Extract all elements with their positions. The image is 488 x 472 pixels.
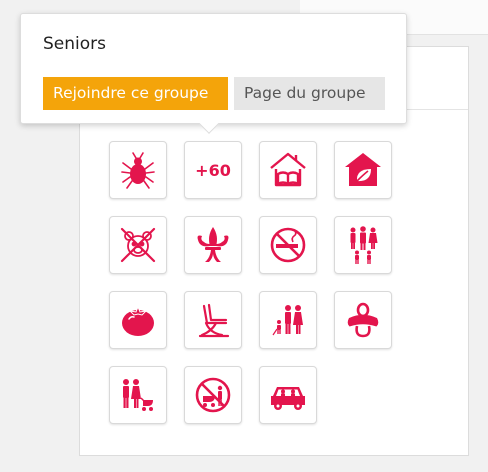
- group-tile-plus-60[interactable]: +60: [184, 141, 242, 199]
- group-tile-scouts[interactable]: [184, 216, 242, 274]
- family-icon: [350, 226, 378, 264]
- mite-icon: [121, 152, 155, 189]
- group-tile-tomato[interactable]: [109, 291, 167, 349]
- group-tile-no-pets[interactable]: [109, 216, 167, 274]
- group-tile-eco-house[interactable]: [334, 141, 392, 199]
- group-tile-adults-child[interactable]: [259, 291, 317, 349]
- group-tile-house-book[interactable]: [259, 141, 317, 199]
- group-tile-car-family[interactable]: [259, 366, 317, 424]
- adults-child-icon: [272, 305, 303, 336]
- plus-60-icon: +60: [195, 160, 231, 180]
- house-book-icon: [270, 152, 306, 187]
- group-tile-no-smoking[interactable]: [259, 216, 317, 274]
- car-family-icon: [271, 387, 305, 410]
- no-stroller-icon: [195, 377, 231, 413]
- tomato-icon: [122, 305, 154, 336]
- pacifier-icon: [347, 302, 379, 338]
- group-page-button[interactable]: Page du groupe: [234, 77, 385, 110]
- group-tile-family[interactable]: [334, 216, 392, 274]
- scout-fleur-de-lis-icon: [197, 227, 229, 262]
- parents-stroller-icon: [123, 379, 153, 411]
- lounge-chair-icon: [198, 303, 230, 338]
- eco-house-icon: [345, 153, 381, 186]
- group-tile-parents-stroller[interactable]: [109, 366, 167, 424]
- no-smoking-icon: [270, 227, 306, 263]
- group-tile-pacifier[interactable]: [334, 291, 392, 349]
- group-tile-no-stroller[interactable]: [184, 366, 242, 424]
- group-tile-mite[interactable]: [109, 141, 167, 199]
- group-tile-lounge-chair[interactable]: [184, 291, 242, 349]
- join-group-button[interactable]: Rejoindre ce groupe: [43, 77, 228, 110]
- tooltip-title: Seniors: [43, 34, 106, 54]
- no-pets-icon: [120, 227, 156, 263]
- group-tooltip: Seniors Rejoindre ce groupe Page du grou…: [20, 13, 407, 134]
